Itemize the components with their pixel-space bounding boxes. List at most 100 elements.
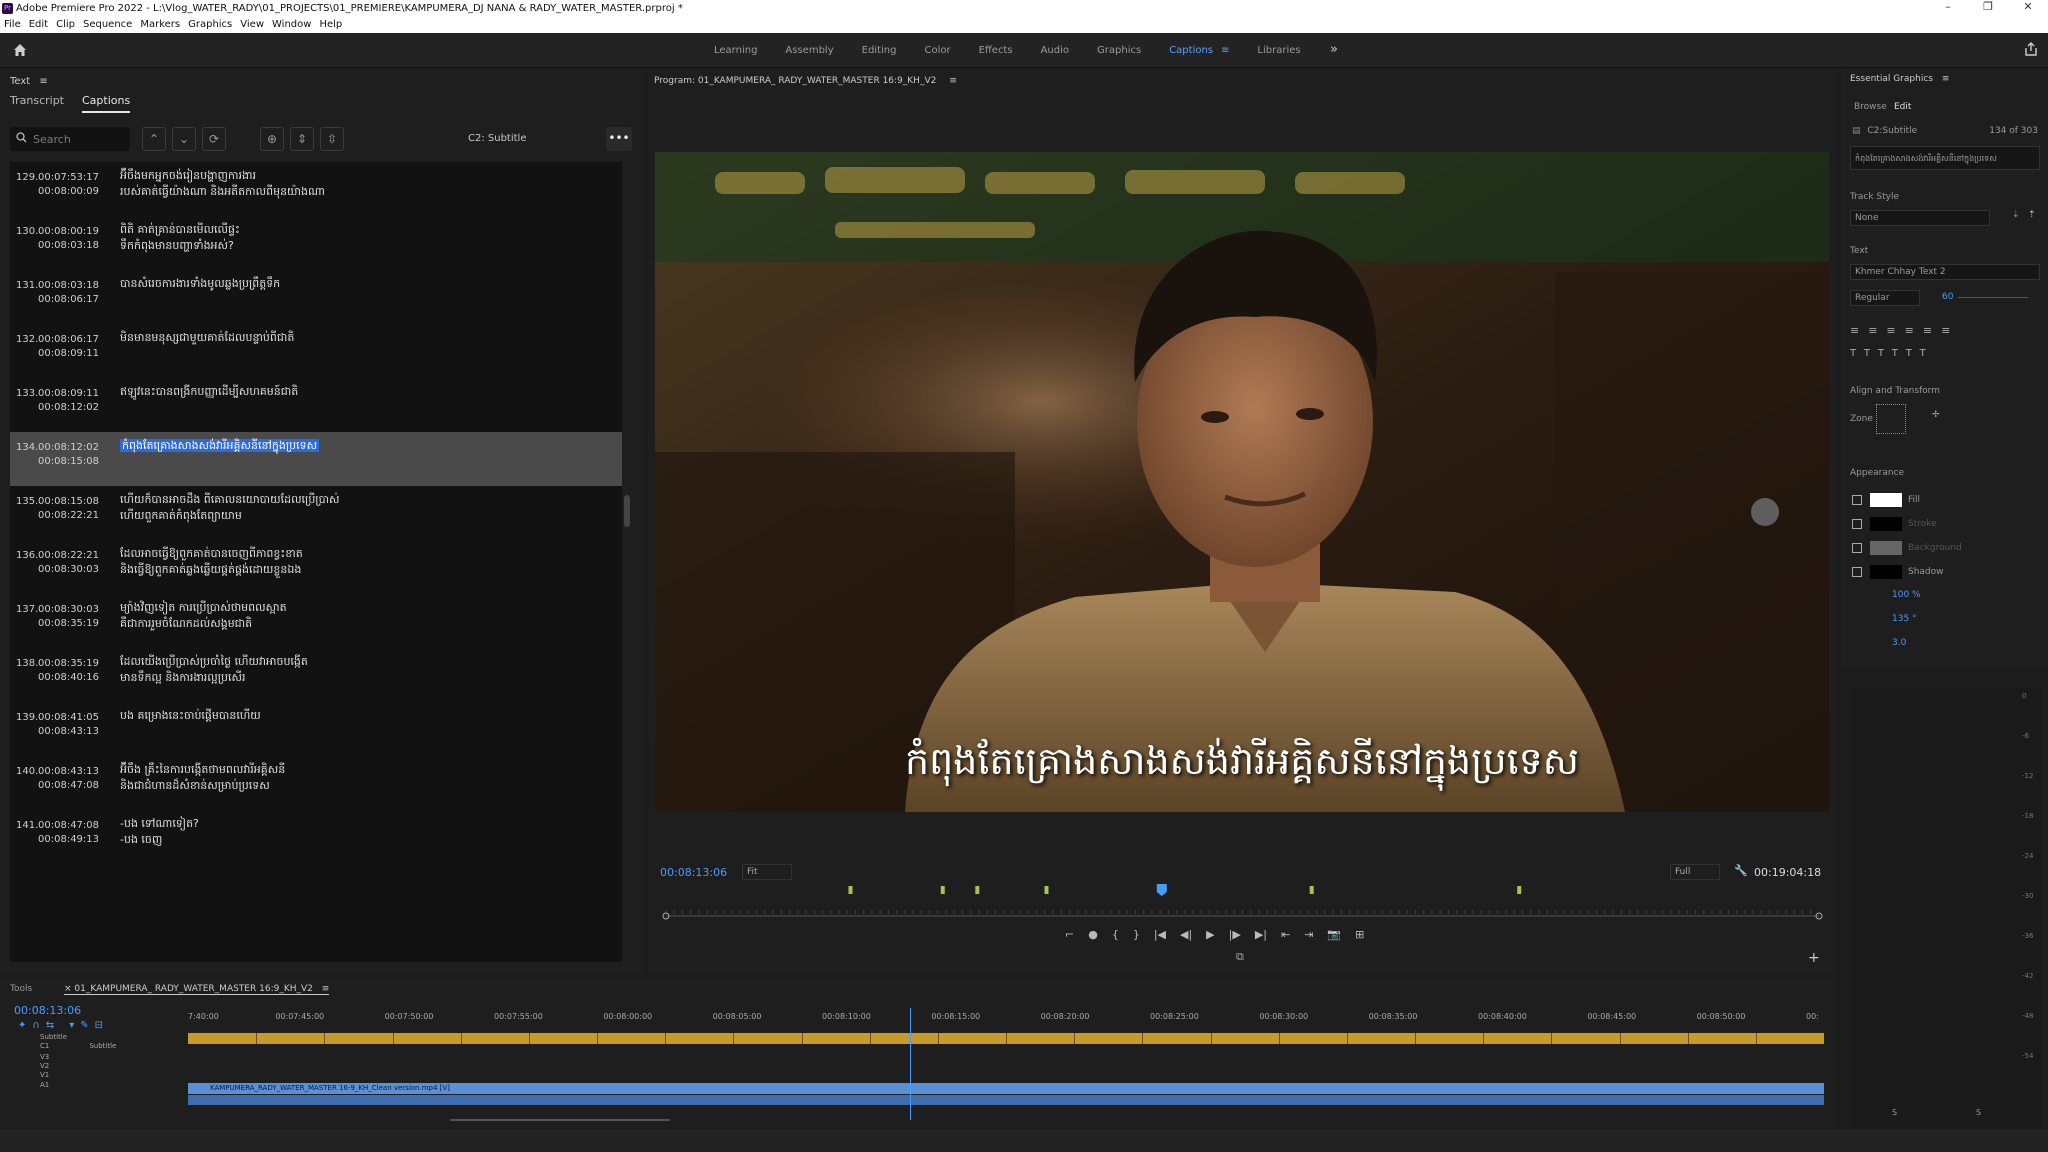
stroke-checkbox[interactable] xyxy=(1852,519,1862,529)
menu-window[interactable]: Window xyxy=(272,19,311,30)
caption-row[interactable]: 134. 00:08:12:02 00:08:15:08 កំពុងតែគ្រោងសា… xyxy=(10,432,622,486)
tab-effects[interactable]: Effects xyxy=(979,45,1013,56)
menu-markers[interactable]: Markers xyxy=(140,19,180,30)
caption-text[interactable]: -បង ទៅណាទៀត? -បង ចេញ xyxy=(120,816,610,848)
track-header[interactable]: V2 xyxy=(40,1062,49,1070)
font-size-slider[interactable] xyxy=(1958,297,2028,298)
caption-text[interactable]: កំពុងតែគ្រោងសាងសង់វារីអគ្គិសនីនៅក្នុងប្រ… xyxy=(120,438,610,454)
add-marker-icon[interactable]: ● xyxy=(1088,928,1098,946)
shadow-checkbox[interactable] xyxy=(1852,567,1862,577)
maximize-button[interactable]: ❐ xyxy=(1968,0,2008,16)
caption-row[interactable]: 133. 00:08:09:11 00:08:12:02 ឥឡូវនេះបានពង្រ… xyxy=(10,378,622,432)
tab-transcript[interactable]: Transcript xyxy=(10,94,64,113)
lift-icon[interactable]: ⇤ xyxy=(1281,928,1290,946)
caption-text[interactable]: មិនមានមនុស្សជាមួយគាត់ដែលបន្ទាប់ពីជាតិ xyxy=(120,330,610,346)
position-icon[interactable]: ✢ xyxy=(1932,410,1940,420)
toggle-proxies-icon[interactable]: ⧉ xyxy=(1236,950,1244,964)
track-header[interactable]: A1 xyxy=(40,1081,49,1089)
home-icon[interactable] xyxy=(12,42,28,58)
zone-grid-icon[interactable] xyxy=(1876,404,1906,434)
eg-tab-edit[interactable]: Edit xyxy=(1894,102,1911,112)
caption-text[interactable]: បង គម្រោងនេះចាប់ផ្តើមបានហើយ xyxy=(120,708,610,724)
menu-file[interactable]: File xyxy=(4,19,21,30)
caption-list-scrollbar[interactable] xyxy=(624,495,630,527)
sequence-menu-icon[interactable]: ≡ xyxy=(322,984,330,994)
push-style-icon[interactable]: ⇣ xyxy=(2012,210,2020,220)
shadow-opacity-value[interactable]: 100 % xyxy=(1892,590,1921,600)
button-editor-icon[interactable]: + xyxy=(1808,950,1820,966)
menu-help[interactable]: Help xyxy=(319,19,342,30)
caption-row[interactable]: 137. 00:08:30:03 00:08:35:19 ម្យ៉ាងវិញទៀត ក… xyxy=(10,594,622,648)
caption-text[interactable]: ដែលយើងប្រើប្រាស់ប្រចាំថ្ងៃ ហើយវាអាចបង្កើ… xyxy=(120,654,610,686)
panel-menu-icon[interactable]: ≡ xyxy=(39,76,47,87)
track-header[interactable]: C1 Subtitle xyxy=(40,1042,116,1050)
tab-graphics[interactable]: Graphics xyxy=(1097,45,1141,56)
eg-menu-icon[interactable]: ≡ xyxy=(1942,74,1950,84)
next-result-button[interactable]: ⌄ xyxy=(172,127,196,151)
time-ruler[interactable]: 7:40:00 00:07:45:00 00:07:50:00 00:07:55:00… xyxy=(188,1012,1828,1028)
mark-out-bracket-icon[interactable]: } xyxy=(1133,928,1140,946)
font-size-value[interactable]: 60 xyxy=(1942,292,1953,302)
marker-icon[interactable] xyxy=(1309,886,1314,894)
extract-icon[interactable]: ⇥ xyxy=(1304,928,1313,946)
mark-in-bracket-icon[interactable]: { xyxy=(1112,928,1119,946)
caption-row[interactable]: 140. 00:08:43:13 00:08:47:08 អ៊ីចឹង គ្រឹះនៃ… xyxy=(10,756,622,810)
minimize-button[interactable]: – xyxy=(1928,0,1968,16)
caption-row[interactable]: 135. 00:08:15:08 00:08:22:21 ហើយក៏បានអាចដឹង… xyxy=(10,486,622,540)
menu-edit[interactable]: Edit xyxy=(29,19,48,30)
go-to-in-icon[interactable]: |◀ xyxy=(1154,928,1166,946)
track-header[interactable]: Subtitle xyxy=(40,1033,67,1041)
background-swatch[interactable] xyxy=(1870,541,1902,555)
shadow-swatch[interactable] xyxy=(1870,565,1902,579)
caption-text-field[interactable]: កំពុងតែគ្រោងសាងសង់វារីអគ្គិសនីនៅក្នុងប្រ… xyxy=(1850,146,2040,170)
tab-assembly[interactable]: Assembly xyxy=(785,45,833,56)
mark-in-icon[interactable]: ⌐ xyxy=(1065,928,1074,946)
menu-view[interactable]: View xyxy=(240,19,264,30)
previous-result-button[interactable]: ⌃ xyxy=(142,127,166,151)
more-options-button[interactable]: ••• xyxy=(606,127,632,151)
wrench-icon[interactable]: 🔧 xyxy=(1734,864,1748,877)
tab-editing[interactable]: Editing xyxy=(862,45,897,56)
caption-row[interactable]: 130. 00:08:00:19 00:08:03:18 ពិតិ គាត់គ្រាន… xyxy=(10,216,622,270)
timeline-zoom-scrollbar[interactable] xyxy=(450,1119,670,1121)
menu-clip[interactable]: Clip xyxy=(56,19,75,30)
audio-clip[interactable] xyxy=(188,1095,1824,1105)
tab-captions-list[interactable]: Captions xyxy=(82,94,131,113)
solo-right-button[interactable]: S xyxy=(1976,1108,1981,1117)
track-header[interactable]: V3 xyxy=(40,1053,49,1061)
marker-icon[interactable] xyxy=(1044,886,1049,894)
step-forward-icon[interactable]: |▶ xyxy=(1229,928,1241,946)
background-checkbox[interactable] xyxy=(1852,543,1862,553)
program-menu-icon[interactable]: ≡ xyxy=(949,76,957,86)
menu-graphics[interactable]: Graphics xyxy=(188,19,232,30)
workspace-menu-icon[interactable]: ≡ xyxy=(1221,45,1229,56)
program-scrubber[interactable] xyxy=(660,880,1825,920)
tab-captions[interactable]: Captions xyxy=(1169,45,1213,56)
timeline-tool-icons[interactable]: ✦∩⇆ ▾✎⊟ xyxy=(18,1020,109,1031)
menu-sequence[interactable]: Sequence xyxy=(83,19,132,30)
caption-row[interactable]: 131. 00:08:03:18 00:08:06:17 បានសំរេចការងារ… xyxy=(10,270,622,324)
close-tab-icon[interactable]: × xyxy=(64,984,74,994)
resolution-select[interactable]: Full xyxy=(1670,864,1720,880)
video-clip[interactable]: KAMPUMERA_RADY_WATER_MASTER 16-9_KH_Clea… xyxy=(188,1083,1824,1094)
play-icon[interactable]: ▶ xyxy=(1206,928,1214,946)
caption-row[interactable]: 132. 00:08:06:17 00:08:09:11 មិនមានមនុស្សជា… xyxy=(10,324,622,378)
export-frame-icon[interactable]: 📷 xyxy=(1327,928,1341,946)
upload-style-icon[interactable]: ⇡ xyxy=(2028,210,2036,220)
go-to-out-icon[interactable]: ▶| xyxy=(1255,928,1267,946)
caption-text[interactable]: បានសំរេចការងារទាំងមូលឆ្លងប្រព្រឹត្តទឹក xyxy=(120,276,610,292)
caption-row[interactable]: 129. 00:07:53:17 00:08:00:09 អ៊ីចឹងមកអ្នកចង… xyxy=(10,162,622,216)
timeline-timecode[interactable]: 00:08:13:06 xyxy=(14,1004,81,1017)
caption-text[interactable]: អ៊ីចឹង គ្រឹះនៃការបង្កើតថាមពលវារីអគ្គិសនី… xyxy=(120,762,610,794)
text-style-buttons[interactable]: TTTTTT xyxy=(1850,348,1934,359)
tab-color[interactable]: Color xyxy=(924,45,950,56)
fill-checkbox[interactable] xyxy=(1852,495,1862,505)
track-style-select[interactable]: None xyxy=(1850,210,1990,226)
marker-icon[interactable] xyxy=(848,886,853,894)
eg-tab-browse[interactable]: Browse xyxy=(1854,102,1887,112)
tab-learning[interactable]: Learning xyxy=(714,45,757,56)
caption-row[interactable]: 138. 00:08:35:19 00:08:40:16 ដែលយើងប្រើប្រា… xyxy=(10,648,622,702)
solo-left-button[interactable]: S xyxy=(1892,1108,1897,1117)
stroke-swatch[interactable] xyxy=(1870,517,1902,531)
marker-icon[interactable] xyxy=(1517,886,1522,894)
